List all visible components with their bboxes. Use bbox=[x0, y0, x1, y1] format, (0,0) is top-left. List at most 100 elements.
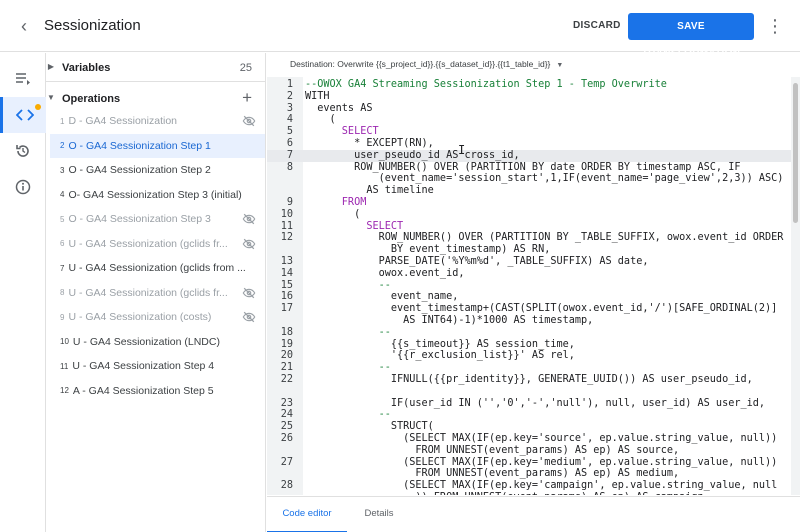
operation-item[interactable]: 3O - GA4 Sessionization Step 2 bbox=[50, 158, 265, 183]
code-line[interactable]: 25 STRUCT( bbox=[267, 421, 791, 433]
history-icon[interactable] bbox=[0, 133, 46, 169]
operation-item[interactable]: 8U - GA4 Sessionization (gclids fr... bbox=[50, 281, 265, 306]
code-text: (SELECT MAX(IF(ep.key='medium', ep.value… bbox=[305, 456, 778, 468]
line-number: 17 bbox=[280, 303, 293, 315]
eye-off-icon[interactable] bbox=[242, 212, 256, 226]
eye-off-icon[interactable] bbox=[242, 310, 256, 324]
eye-off-icon[interactable] bbox=[242, 237, 256, 251]
code-line[interactable]: 22 IFNULL({{pr_identity}}, GENERATE_UUID… bbox=[267, 374, 791, 386]
operation-item[interactable]: 2O - GA4 Sessionization Step 1 bbox=[50, 133, 265, 158]
code-line[interactable]: 21 -- bbox=[267, 362, 791, 374]
line-number bbox=[267, 185, 293, 197]
code-line[interactable]: 1 --OWOX GA4 Streaming Sessionization Ste… bbox=[267, 79, 791, 91]
code-icon[interactable] bbox=[0, 97, 46, 133]
code-text: SELECT bbox=[305, 220, 404, 232]
operation-name: A - GA4 Sessionization Step 5 bbox=[72, 384, 214, 397]
code-line[interactable]: 24 -- bbox=[267, 409, 791, 421]
operation-item[interactable]: 7U - GA4 Sessionization (gclids from ... bbox=[50, 256, 265, 281]
code-text: '{{r_exclusion_list}}' AS rel, bbox=[305, 350, 575, 362]
scrollbar-thumb[interactable] bbox=[793, 83, 798, 223]
code-line[interactable]: FROM UNNEST(event_params) AS ep) AS sour… bbox=[267, 445, 791, 457]
code-line[interactable]: AS timeline bbox=[267, 185, 791, 197]
chevron-right-icon[interactable]: ▶ bbox=[46, 62, 56, 71]
tab-code-editor[interactable]: Code editor bbox=[267, 497, 347, 532]
code-line[interactable]: 27 (SELECT MAX(IF(ep.key='medium', ep.va… bbox=[267, 457, 791, 469]
code-line[interactable]: 12 ROW_NUMBER() OVER (PARTITION BY _TABL… bbox=[267, 232, 791, 244]
code-text: STRUCT( bbox=[305, 421, 434, 433]
code-line[interactable]: 17 event_timestamp+(CAST(SPLIT(owox.even… bbox=[267, 303, 791, 315]
variables-count: 25 bbox=[239, 62, 252, 74]
operation-item[interactable]: 5O - GA4 Sessionization Step 3 bbox=[50, 207, 265, 232]
operation-name: O - GA4 Sessionization Step 2 bbox=[68, 164, 211, 177]
more-vertical-icon[interactable]: ⋮ bbox=[766, 16, 784, 36]
operation-item[interactable]: 10 U - GA4 Sessionization (LNDC) bbox=[50, 330, 265, 355]
code-text: event_name, bbox=[305, 291, 459, 303]
line-number bbox=[267, 244, 293, 256]
code-line[interactable]: AS INT64)-1)*1000 AS timestamp, bbox=[267, 315, 791, 327]
operation-number: 12 bbox=[60, 386, 69, 396]
operation-item[interactable]: 6U - GA4 Sessionization (gclids fr... bbox=[50, 232, 265, 257]
code-text: {{s_timeout}} AS session_time, bbox=[305, 338, 575, 350]
line-number: 3 bbox=[286, 102, 293, 114]
code-line[interactable]: 3 events AS bbox=[267, 103, 791, 115]
info-icon[interactable] bbox=[0, 169, 46, 205]
code-line[interactable]: 18 -- bbox=[267, 327, 791, 339]
code-line[interactable]: 11 SELECT bbox=[267, 221, 791, 233]
operation-item[interactable]: 1D - GA4 Sessionization bbox=[50, 109, 265, 134]
operation-number: 8 bbox=[60, 288, 65, 298]
chevron-down-icon[interactable]: ▼ bbox=[46, 93, 56, 102]
eye-off-icon[interactable] bbox=[242, 286, 256, 300]
code-text: ROW_NUMBER() OVER (PARTITION BY date ORD… bbox=[305, 161, 741, 173]
operation-number: 6 bbox=[60, 239, 65, 249]
line-number: 18 bbox=[280, 326, 293, 338]
editor-scrollbar[interactable] bbox=[791, 77, 800, 495]
line-number: 1 bbox=[286, 79, 293, 90]
list-icon[interactable] bbox=[0, 61, 46, 97]
code-line[interactable]: 9 FROM bbox=[267, 197, 791, 209]
code-line[interactable]: 15 -- bbox=[267, 280, 791, 292]
code-line[interactable]: 13 PARSE_DATE('%Y%m%d', _TABLE_SUFFIX) A… bbox=[267, 256, 791, 268]
code-line[interactable]: 4 ( bbox=[267, 114, 791, 126]
tab-details[interactable]: Details bbox=[347, 497, 411, 532]
code-line[interactable]: 6 * EXCEPT(RN), bbox=[267, 138, 791, 150]
operation-item[interactable]: 9U - GA4 Sessionization (costs) bbox=[50, 305, 265, 330]
operation-name: U - GA4 Sessionization (gclids fr... bbox=[68, 286, 228, 299]
code-text: FROM UNNEST(event_params) AS ep) AS sour… bbox=[305, 444, 680, 456]
code-text: -- bbox=[305, 409, 391, 421]
code-line[interactable]: FROM UNNEST(event_params) AS ep) AS medi… bbox=[267, 468, 791, 480]
save-transformation-button[interactable]: SAVE TRANSFORMATION bbox=[628, 13, 754, 59]
operation-item[interactable]: 11 U - GA4 Sessionization Step 4 bbox=[50, 354, 265, 379]
code-lines[interactable]: 1 --OWOX GA4 Streaming Sessionization Ste… bbox=[267, 79, 791, 495]
code-line[interactable]: 5 SELECT bbox=[267, 126, 791, 138]
code-line[interactable]: 26 (SELECT MAX(IF(ep.key='source', ep.va… bbox=[267, 433, 791, 445]
operations-list: 1D - GA4 Sessionization 2 O - GA4 Sessioni… bbox=[50, 109, 265, 404]
code-line[interactable]: 28 (SELECT MAX(IF(ep.key='campaign', ep.… bbox=[267, 480, 791, 492]
code-line[interactable]: 20 '{{r_exclusion_list}}' AS rel, bbox=[267, 350, 791, 362]
code-editor[interactable]: 1 --OWOX GA4 Streaming Sessionization Ste… bbox=[267, 77, 791, 495]
code-line[interactable]: BY event_timestamp) AS RN, bbox=[267, 244, 791, 256]
code-line[interactable]: (event_name='session_start',1,IF(event_n… bbox=[267, 173, 791, 185]
eye-off-icon[interactable] bbox=[242, 114, 256, 128]
code-line[interactable]: 23 IF(user_id IN ('','0','-','null'), nu… bbox=[267, 398, 791, 410]
back-chevron-icon[interactable]: ‹ bbox=[14, 16, 34, 36]
code-line[interactable]: 14 owox.event_id, bbox=[267, 268, 791, 280]
code-line[interactable]: 7 user_pseudo_id AS cross_id, bbox=[267, 149, 791, 162]
code-text: WITH bbox=[305, 90, 330, 102]
code-line[interactable]: )) FROM UNNEST(event_params) AS ep) AS c… bbox=[267, 492, 791, 495]
variables-section[interactable]: ▶ Variables 25 bbox=[46, 56, 265, 82]
code-line[interactable]: 10 ( bbox=[267, 209, 791, 221]
code-text: event_timestamp+(CAST(SPLIT(owox.event_i… bbox=[305, 303, 778, 315]
code-line[interactable]: 16 event_name, bbox=[267, 291, 791, 303]
left-rail bbox=[0, 53, 46, 532]
operation-item[interactable]: 4 O- GA4 Sessionization Step 3 (initial) bbox=[50, 183, 265, 208]
code-line[interactable]: 19 {{s_timeout}} AS session_time, bbox=[267, 339, 791, 351]
line-number bbox=[267, 445, 293, 457]
code-text: events AS bbox=[305, 102, 373, 114]
operation-item[interactable]: 12 A - GA4 Sessionization Step 5 bbox=[50, 379, 265, 404]
add-operation-icon[interactable]: + bbox=[242, 88, 252, 108]
code-line[interactable] bbox=[267, 386, 791, 398]
code-line[interactable]: 2 WITH bbox=[267, 91, 791, 103]
code-line[interactable]: 8 ROW_NUMBER() OVER (PARTITION BY date O… bbox=[267, 162, 791, 174]
destination-selector[interactable]: Destination: Overwrite {{s_project_id}}.… bbox=[290, 59, 563, 69]
discard-button[interactable]: DISCARD bbox=[563, 14, 631, 38]
